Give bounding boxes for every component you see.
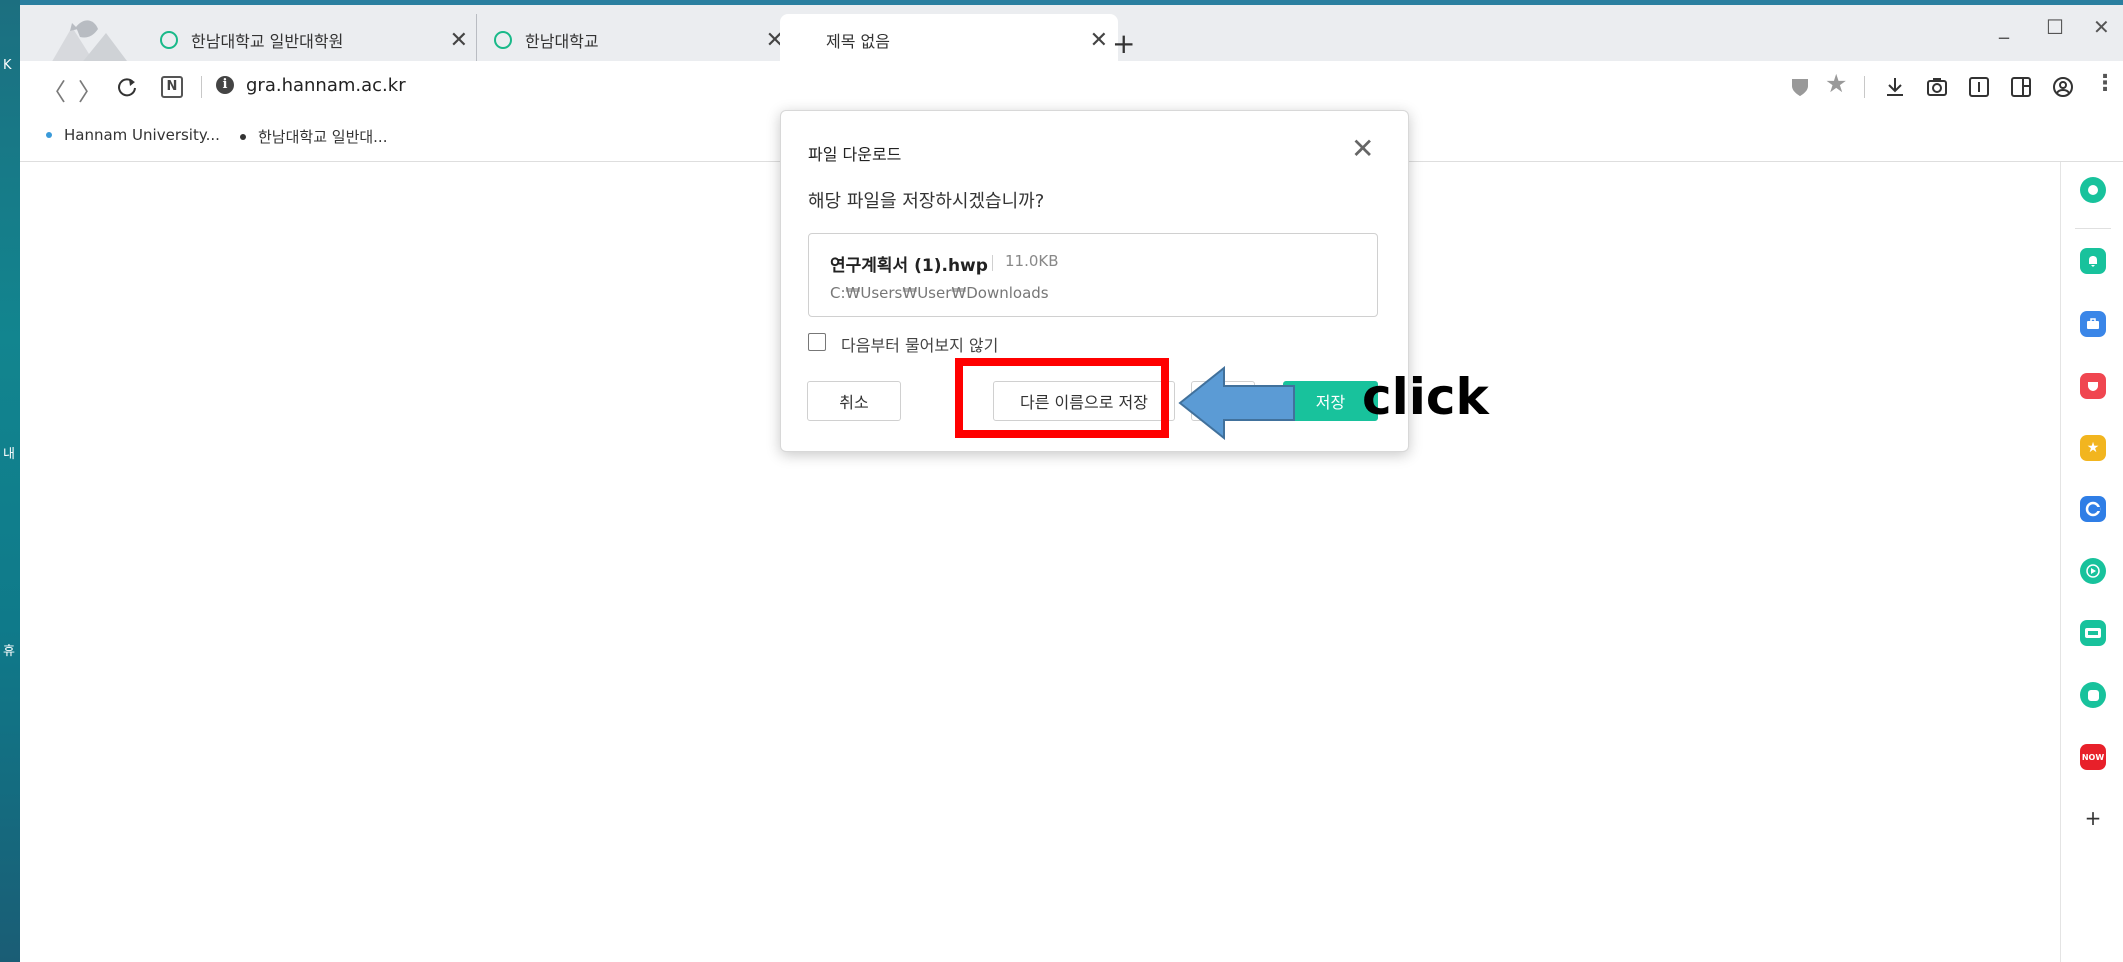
whale-space-icon[interactable] <box>2080 177 2106 203</box>
whale-mascot-icon <box>50 20 130 65</box>
dialog-title: 파일 다운로드 <box>808 145 902 164</box>
dont-ask-checkbox[interactable] <box>808 333 826 351</box>
translate-icon[interactable] <box>2080 496 2106 522</box>
player-icon[interactable] <box>2080 558 2106 584</box>
tab-favicon-icon <box>494 31 512 49</box>
bookmark-hannam-grad[interactable]: 한남대학교 일반대... <box>240 126 387 147</box>
chat-icon[interactable] <box>2080 682 2106 708</box>
forward-icon[interactable]: 〉 <box>78 72 102 107</box>
file-path: C:₩Users₩User₩Downloads <box>830 284 1049 302</box>
url-field[interactable]: gra.hannam.ac.kr <box>246 75 406 96</box>
file-download-dialog: 파일 다운로드 ✕ 해당 파일을 저장하시겠습니까? 연구계획서 (1).hwp… <box>780 110 1409 452</box>
desktop-icon-label: K <box>3 58 12 73</box>
dialog-question: 해당 파일을 저장하시겠습니까? <box>808 191 1045 212</box>
cancel-button[interactable]: 취소 <box>807 381 901 421</box>
address-bar: 〈 〉 N i gra.hannam.ac.kr ★ ⋮ <box>20 61 2123 113</box>
webtoon-icon[interactable] <box>2080 620 2106 646</box>
reload-icon[interactable] <box>116 76 138 98</box>
star-icon[interactable]: ★ <box>1825 69 1847 98</box>
back-icon[interactable]: 〈 <box>42 72 66 107</box>
file-info-box: 연구계획서 (1).hwp 11.0KB C:₩Users₩User₩Downl… <box>808 233 1378 317</box>
minimize-button[interactable]: _ <box>1999 15 2009 39</box>
divider <box>992 255 993 271</box>
save-as-button[interactable]: 다른 이름으로 저장 <box>993 381 1175 421</box>
download-icon[interactable] <box>1884 76 1906 98</box>
desktop-background: K 내 휴 <box>0 0 20 962</box>
toolbox-icon[interactable] <box>2080 311 2106 337</box>
bookmark-label: 한남대학교 일반대... <box>258 128 388 146</box>
file-name: 연구계획서 (1).hwp <box>830 256 988 276</box>
reader-icon[interactable] <box>1968 76 1990 98</box>
tab-grad-school[interactable]: 한남대학교 일반대학원 ✕ <box>160 14 478 66</box>
sidebar-divider <box>2075 228 2111 229</box>
tab-favicon-icon <box>160 31 178 49</box>
pointer-arrow-icon <box>1178 366 1295 440</box>
more-icon[interactable]: ⋮ <box>2094 71 2116 96</box>
bookmark-dot-icon <box>240 133 246 140</box>
close-tab-icon[interactable]: ✕ <box>1090 28 1108 53</box>
add-icon[interactable]: + <box>2080 805 2106 831</box>
click-annotation: click <box>1362 368 1489 426</box>
tab-untitled-active[interactable]: 제목 없음 ✕ <box>780 14 1118 66</box>
file-size: 11.0KB <box>1005 252 1059 270</box>
close-tab-icon[interactable]: ✕ <box>450 28 468 53</box>
notification-icon[interactable] <box>2080 248 2106 274</box>
bookmark-hannam-university[interactable]: Hannam University... <box>46 126 220 144</box>
desktop-icon-label: 휴 <box>3 644 15 659</box>
tab-title: 한남대학교 <box>525 32 599 51</box>
camera-icon[interactable] <box>1926 76 1948 98</box>
bookmark-label: Hannam University... <box>64 126 220 144</box>
browser-window: 한남대학교 일반대학원 ✕ 한남대학교 ✕ 제목 없음 ✕ + _ ☐ ✕ 〈 … <box>20 0 2123 962</box>
pocket-icon[interactable] <box>2080 373 2106 399</box>
divider <box>1864 76 1865 98</box>
favorites-icon[interactable]: ★ <box>2080 435 2106 461</box>
tab-title: 한남대학교 일반대학원 <box>191 32 344 51</box>
divider <box>201 76 202 98</box>
close-icon[interactable]: ✕ <box>1351 135 1374 163</box>
new-tab-button[interactable]: + <box>1112 27 1135 60</box>
reader-mode-icon[interactable]: N <box>161 76 183 98</box>
desktop-icon-label: 내 <box>3 447 15 462</box>
tab-bar: 한남대학교 일반대학원 ✕ 한남대학교 ✕ 제목 없음 ✕ + _ ☐ ✕ <box>20 0 2123 66</box>
split-view-icon[interactable] <box>2010 76 2032 98</box>
site-info-icon[interactable]: i <box>216 76 234 94</box>
maximize-button[interactable]: ☐ <box>2046 15 2064 39</box>
dont-ask-label[interactable]: 다음부터 물어보지 않기 <box>841 332 998 356</box>
shield-icon[interactable] <box>1789 76 1811 98</box>
now-icon[interactable]: NOW <box>2080 744 2106 770</box>
profile-icon[interactable] <box>2052 76 2074 98</box>
bookmark-dot-icon <box>46 132 52 138</box>
close-window-button[interactable]: ✕ <box>2093 15 2110 39</box>
sidebar: ★ NOW + <box>2060 162 2123 962</box>
tab-title: 제목 없음 <box>826 32 890 51</box>
tab-hannam[interactable]: 한남대학교 ✕ <box>476 14 794 66</box>
